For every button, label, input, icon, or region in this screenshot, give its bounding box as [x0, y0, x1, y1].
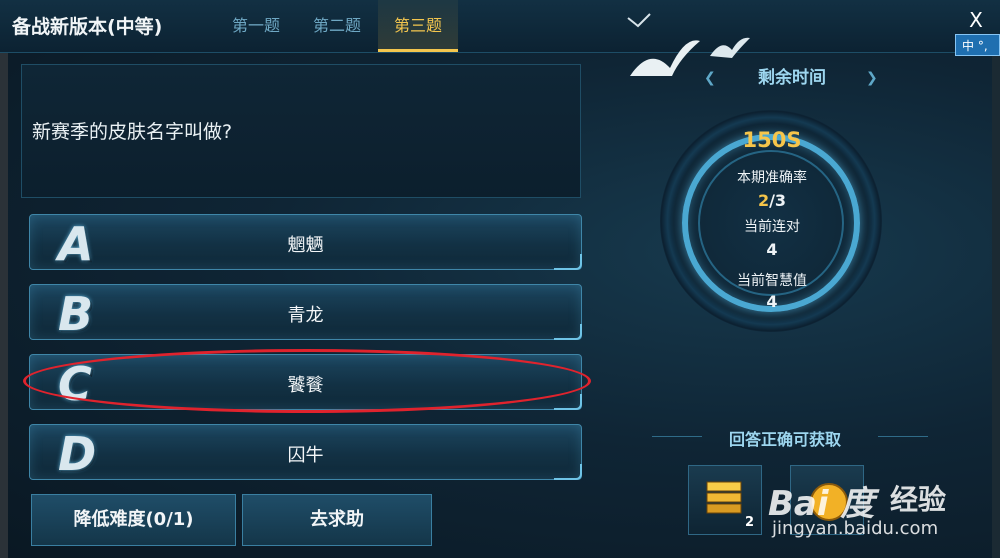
- reward-count: 2: [745, 515, 755, 530]
- streak-label: 当前连对: [744, 219, 800, 235]
- ask-help-button[interactable]: 去求助: [242, 494, 432, 546]
- corner-decoration: [554, 464, 582, 480]
- option-d[interactable]: D 囚牛: [29, 424, 582, 481]
- option-label: 青龙: [287, 305, 324, 326]
- wisdom-label: 当前智慧值: [737, 273, 807, 289]
- question-text: 新赛季的皮肤名字叫做?: [32, 121, 233, 143]
- streak-value: 4: [766, 240, 778, 259]
- tab-question-2[interactable]: 第二题: [297, 0, 377, 52]
- background-window-edge: [0, 52, 8, 558]
- tab-question-3[interactable]: 第三题: [378, 0, 458, 52]
- corner-decoration: [554, 324, 582, 340]
- option-a[interactable]: A 魍魉: [29, 214, 582, 271]
- watermark-text: 经验: [890, 483, 947, 516]
- option-b[interactable]: B 青龙: [29, 284, 582, 341]
- watermark-url: jingyan.baidu.com: [772, 518, 939, 539]
- time-header: 剩余时间: [758, 68, 826, 88]
- divider: [652, 436, 702, 437]
- accuracy-correct: 2: [757, 191, 770, 210]
- timer-value: 150S: [742, 128, 802, 152]
- accuracy-total: /3: [769, 191, 787, 210]
- close-button[interactable]: X: [956, 2, 996, 38]
- accuracy-label: 本期准确率: [737, 170, 807, 186]
- corner-decoration: [554, 394, 582, 410]
- corner-decoration: [554, 254, 582, 270]
- page-title: 备战新版本(中等): [12, 16, 163, 38]
- ime-indicator: 中 °,: [955, 34, 1000, 56]
- tab-question-1[interactable]: 第一题: [216, 0, 296, 52]
- baidu-jingyan-watermark: Bai 度 经验 jingyan.baidu.com: [758, 470, 998, 550]
- divider: [878, 436, 928, 437]
- arrow-right-icon: ❯: [866, 70, 878, 86]
- reward-title: 回答正确可获取: [728, 430, 841, 449]
- option-label: 囚牛: [287, 445, 324, 466]
- option-label: 魍魉: [287, 235, 324, 256]
- quiz-window: 备战新版本(中等) 第一题 第二题 第三题 X 中 °, 新赛季的皮肤名字叫做?…: [0, 0, 1000, 558]
- accuracy-value: 2/3: [702, 191, 842, 210]
- header-bar: 备战新版本(中等) 第一题 第二题 第三题 X: [0, 0, 1000, 53]
- wisdom-value: 4: [766, 292, 778, 311]
- question-panel: 新赛季的皮肤名字叫做?: [21, 64, 581, 198]
- annotation-ellipse: [23, 349, 591, 413]
- lower-difficulty-button[interactable]: 降低难度(0/1): [31, 494, 236, 546]
